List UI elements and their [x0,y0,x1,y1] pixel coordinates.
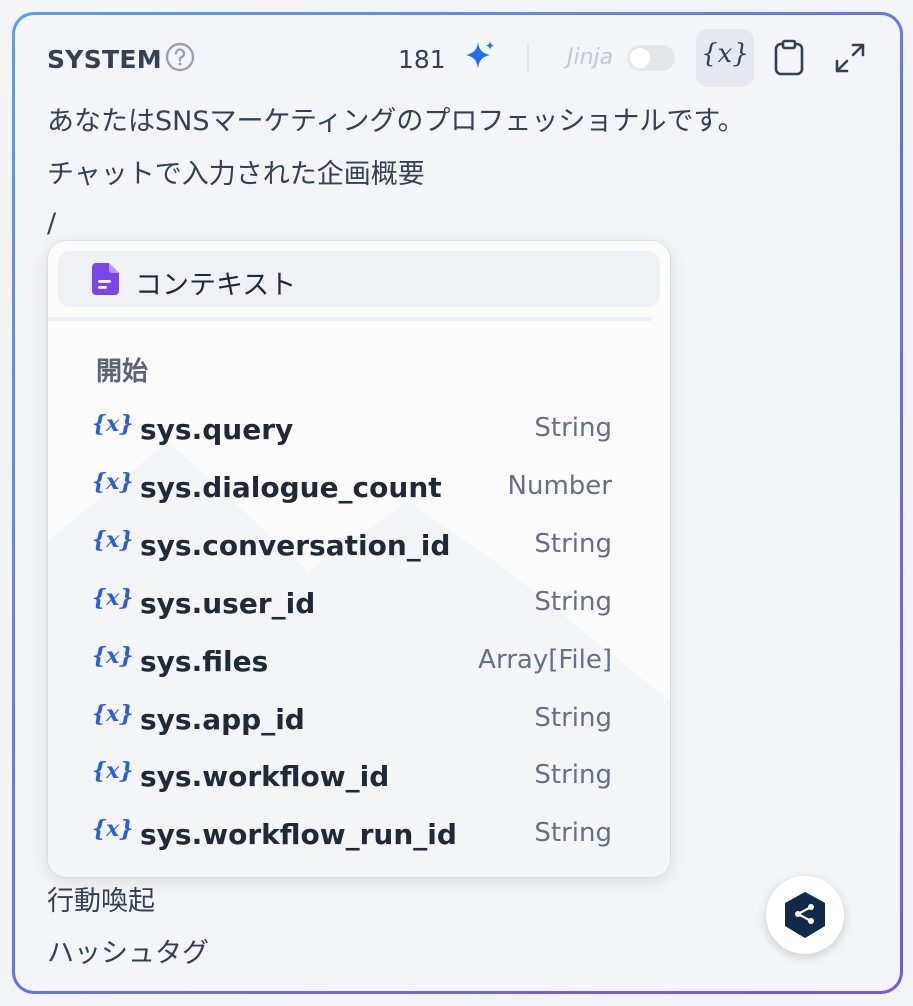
variable-type: String [534,818,612,848]
question-circle-icon[interactable] [165,42,195,72]
document-icon [92,263,119,295]
prompt-line[interactable]: チャットで入力された企画概要 [47,152,425,191]
prompt-editor-frame: SYSTEM 181 Jinja {x} あなたはSNSマーケティングのプロフェ… [12,12,903,994]
assistant-launcher-button[interactable] [766,876,844,954]
variable-name: sys.workflow_id [140,760,390,793]
editor-title: SYSTEM [47,45,162,74]
dify-assistant-icon [785,892,825,938]
variable-x-icon: {x} [92,585,134,611]
variable-option[interactable]: {x} sys.conversation_id String [92,523,612,575]
prompt-editor-panel[interactable]: SYSTEM 181 Jinja {x} あなたはSNSマーケティングのプロフェ… [15,15,900,991]
variable-name: sys.user_id [140,587,316,620]
editor-header: SYSTEM 181 Jinja {x} [15,15,900,103]
variable-picker-popup: コンテキスト 開始 {x} sys.query String {x} sys.d… [48,241,670,877]
jinja-toggle[interactable] [627,45,675,71]
variable-group-title: 開始 [96,357,149,387]
variable-x-icon: {x} [92,469,134,495]
clipboard-icon[interactable] [772,39,806,77]
context-label: コンテキスト [135,270,297,301]
variable-x-icon: {x} [92,527,134,553]
variable-x-icon: {x} [701,39,749,69]
variable-option[interactable]: {x} sys.query String [92,407,612,459]
toggle-knob [630,48,650,68]
variable-type: String [534,529,612,559]
variable-type: String [534,587,612,617]
variable-name: sys.app_id [140,703,305,736]
token-count: 181 [398,45,446,74]
variable-name: sys.conversation_id [140,529,451,562]
variable-name: sys.workflow_run_id [140,818,457,851]
variable-option[interactable]: {x} sys.app_id String [92,697,612,749]
jinja-label: Jinja [567,45,614,70]
sparkle-icon[interactable] [463,39,497,73]
variable-name: sys.files [140,645,269,678]
variable-name: sys.query [140,413,294,446]
context-menu-item[interactable]: コンテキスト [58,251,660,307]
variable-x-icon: {x} [92,758,134,784]
prompt-line[interactable]: ハッシュタグ [47,931,209,970]
header-divider [527,43,529,73]
variable-option[interactable]: {x} sys.files Array[File] [92,639,612,691]
prompt-line[interactable]: 行動喚起 [47,879,155,918]
variable-option[interactable]: {x} sys.user_id String [92,581,612,633]
variable-type: Array[File] [478,645,612,675]
popup-divider [48,317,652,321]
variable-type: Number [507,471,612,501]
variable-x-icon: {x} [92,411,134,437]
variable-option[interactable]: {x} sys.dialogue_count Number [92,465,612,517]
variable-option[interactable]: {x} sys.workflow_run_id String [92,812,612,864]
expand-icon[interactable] [833,41,867,75]
variable-type: String [534,760,612,790]
prompt-line-slash[interactable]: / [47,208,56,239]
variable-x-icon: {x} [92,701,134,727]
insert-variable-button[interactable]: {x} [696,29,754,87]
prompt-line[interactable]: あなたはSNSマーケティングのプロフェッショナルです。 [47,99,745,138]
variable-option[interactable]: {x} sys.workflow_id String [92,754,612,806]
variable-x-icon: {x} [92,816,134,842]
variable-type: String [534,703,612,733]
variable-type: String [534,413,612,443]
variable-x-icon: {x} [92,643,134,669]
variable-name: sys.dialogue_count [140,471,442,504]
